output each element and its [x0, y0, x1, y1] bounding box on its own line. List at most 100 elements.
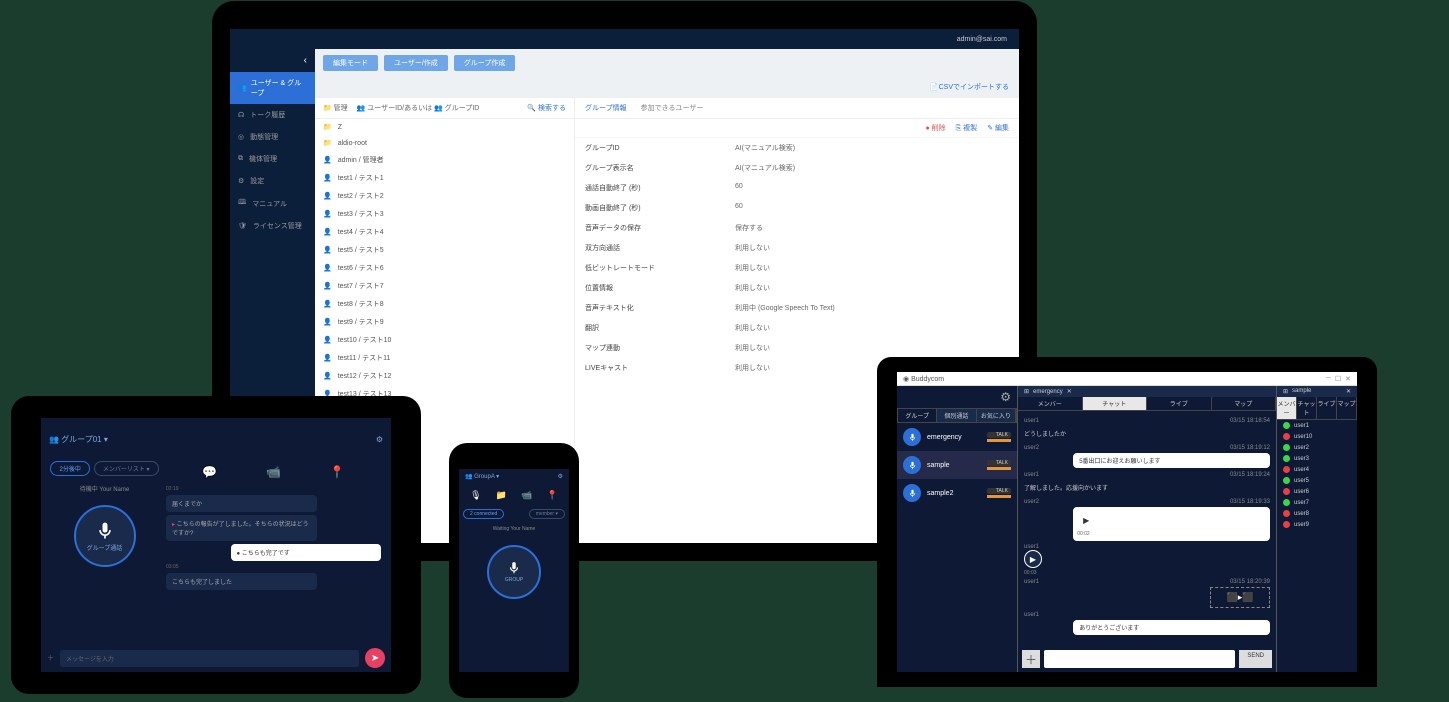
view-tab[interactable]: 📍: [305, 465, 369, 481]
user-item[interactable]: user1: [1277, 420, 1357, 431]
chat-tab[interactable]: マップ: [1212, 397, 1277, 410]
push-to-talk-button[interactable]: GROUP: [487, 545, 541, 599]
member-pill[interactable]: member ▾: [529, 509, 565, 519]
sidebar-header[interactable]: 👥 ユーザー & グループ: [230, 72, 315, 104]
view-tab[interactable]: 💬: [178, 465, 242, 481]
push-to-talk-button[interactable]: グループ通話: [74, 505, 136, 567]
side-tab[interactable]: グループ: [898, 409, 937, 422]
panel-tab[interactable]: メンバー: [1277, 397, 1297, 419]
sidebar-item[interactable]: ☊トーク履歴: [230, 104, 315, 126]
property-key: 音声テキスト化: [585, 303, 735, 313]
view-tab[interactable]: 📹: [242, 465, 306, 481]
panel-tab[interactable]: チャット: [1297, 397, 1317, 419]
group-mic-icon[interactable]: [903, 428, 921, 446]
user-item[interactable]: user9: [1277, 519, 1357, 530]
edit-button[interactable]: ✎ 編集: [987, 123, 1009, 133]
user-item[interactable]: user10: [1277, 431, 1357, 442]
sidebar-item[interactable]: ⧉機体管理: [230, 148, 315, 170]
add-icon[interactable]: ＋: [47, 653, 54, 663]
sidebar-item[interactable]: 🕮マニュアル: [230, 192, 315, 215]
send-button[interactable]: ➤: [365, 648, 385, 668]
panel-close-icon[interactable]: ✕: [1067, 388, 1072, 395]
sidebar-item[interactable]: ⚙設定: [230, 170, 315, 192]
panel-tab[interactable]: マップ: [1337, 397, 1357, 419]
minimize-button[interactable]: ─: [1326, 375, 1331, 383]
user-item[interactable]: user6: [1277, 486, 1357, 497]
mode-tab[interactable]: グループ作成: [454, 55, 516, 71]
member-list-pill[interactable]: メンバーリスト ▾: [94, 461, 159, 476]
audio-message[interactable]: ▶00:02: [1073, 507, 1270, 541]
info-tab[interactable]: グループ情報: [585, 103, 627, 113]
folder-item[interactable]: 📁aldio-root: [315, 135, 574, 151]
sidebar-item[interactable]: ◎動態管理: [230, 126, 315, 148]
play-icon[interactable]: ▶: [1077, 511, 1095, 529]
sidebar-item[interactable]: 🛡ライセンス管理: [230, 215, 315, 237]
copy-button[interactable]: ⎘ 複製: [956, 123, 978, 133]
message-input[interactable]: メッセージを入力: [60, 650, 359, 667]
group-mic-icon[interactable]: [903, 456, 921, 474]
side-tab[interactable]: 個別通話: [937, 409, 976, 422]
settings-icon[interactable]: ⚙: [376, 435, 383, 444]
user-item[interactable]: 👤test11 / テスト11: [315, 349, 574, 367]
group-mic-icon[interactable]: [903, 484, 921, 502]
chat-tab[interactable]: チャット: [1083, 397, 1148, 410]
user-item[interactable]: 👤test4 / テスト4: [315, 223, 574, 241]
delete-button[interactable]: ● 削除: [925, 123, 945, 133]
user-item[interactable]: user5: [1277, 475, 1357, 486]
play-icon[interactable]: ▶: [1024, 550, 1042, 568]
group-item[interactable]: sample2TALK: [897, 479, 1017, 507]
mode-tab[interactable]: 編集モード: [323, 55, 378, 71]
group-selector[interactable]: 👥 GroupA ▾: [465, 473, 499, 480]
tab-icon: 📁: [496, 490, 507, 501]
panel-close-icon[interactable]: ✕: [1346, 388, 1351, 395]
user-item[interactable]: 👤admin / 管理者: [315, 151, 574, 169]
status-pill[interactable]: 2分後中: [50, 461, 89, 476]
view-tab[interactable]: 📁: [496, 490, 507, 501]
user-item[interactable]: 👤test9 / テスト9: [315, 313, 574, 331]
maximize-button[interactable]: ☐: [1335, 375, 1341, 383]
side-tab[interactable]: お気に入り: [977, 409, 1016, 422]
panel-pin-icon[interactable]: ⊞: [1283, 388, 1288, 395]
user-item[interactable]: user4: [1277, 464, 1357, 475]
user-item[interactable]: 👤test8 / テスト8: [315, 295, 574, 313]
search-link[interactable]: 🔍 検索する: [527, 103, 566, 113]
user-item[interactable]: 👤test3 / テスト3: [315, 205, 574, 223]
csv-import-link[interactable]: 📄CSVでインポートする: [315, 77, 1019, 98]
user-item[interactable]: 👤test1 / テスト1: [315, 169, 574, 187]
mode-tab[interactable]: ユーザー/作成: [384, 55, 448, 71]
send-button[interactable]: SEND: [1239, 650, 1272, 668]
user-item[interactable]: 👤test6 / テスト6: [315, 259, 574, 277]
user-item[interactable]: 👤test10 / テスト10: [315, 331, 574, 349]
view-tab[interactable]: 🎙: [470, 490, 481, 501]
user-item[interactable]: user2: [1277, 442, 1357, 453]
connected-pill[interactable]: 2 connected: [463, 509, 504, 519]
chat-tab[interactable]: ライブ: [1147, 397, 1212, 410]
info-tab[interactable]: 参加できるユーザー: [641, 103, 704, 113]
audio-message[interactable]: ▶00:03: [1024, 550, 1270, 576]
user-email[interactable]: admin@sai.com: [957, 36, 1007, 43]
panel-pin-icon[interactable]: ⊞: [1024, 388, 1029, 395]
user-item[interactable]: 👤test7 / テスト7: [315, 277, 574, 295]
group-item[interactable]: sampleTALK: [897, 451, 1017, 479]
group-item[interactable]: emergencyTALK: [897, 423, 1017, 451]
user-item[interactable]: 👤test5 / テスト5: [315, 241, 574, 259]
chat-input[interactable]: [1044, 650, 1235, 668]
play-icon[interactable]: ▸: [172, 522, 175, 528]
folder-item[interactable]: 📁Z: [315, 119, 574, 135]
settings-icon[interactable]: ⚙: [897, 386, 1017, 408]
image-message[interactable]: ⬛▸⬛: [1210, 587, 1270, 608]
view-tab[interactable]: 📍: [547, 490, 558, 501]
user-item[interactable]: 👤test2 / テスト2: [315, 187, 574, 205]
panel-tab[interactable]: ライブ: [1317, 397, 1337, 419]
close-button[interactable]: ✕: [1345, 375, 1351, 383]
user-item[interactable]: user7: [1277, 497, 1357, 508]
user-item[interactable]: user3: [1277, 453, 1357, 464]
attach-button[interactable]: ＋: [1022, 650, 1040, 668]
user-item[interactable]: 👤test12 / テスト12: [315, 367, 574, 385]
user-item[interactable]: user8: [1277, 508, 1357, 519]
view-tab[interactable]: 📹: [521, 490, 532, 501]
group-selector[interactable]: 👥 グループ01 ▾: [49, 434, 108, 445]
settings-icon[interactable]: ⚙: [558, 473, 563, 480]
chat-tab[interactable]: メンバー: [1018, 397, 1083, 410]
collapse-button[interactable]: ‹: [230, 49, 315, 72]
